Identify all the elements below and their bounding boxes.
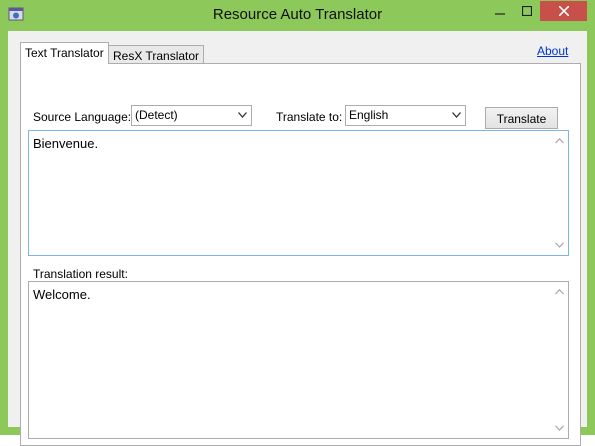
result-scrollbar[interactable]	[551, 282, 568, 438]
source-text-area[interactable]: Bienvenue.	[28, 130, 569, 256]
scroll-down-icon[interactable]	[555, 242, 564, 248]
chevron-down-icon	[452, 112, 461, 118]
about-link[interactable]: About	[537, 44, 568, 58]
translate-to-select[interactable]: English	[345, 105, 466, 126]
source-language-label: Source Language:	[33, 110, 132, 124]
source-language-select[interactable]: (Detect)	[131, 105, 252, 126]
chevron-down-icon	[238, 112, 247, 118]
scroll-down-icon[interactable]	[555, 425, 564, 431]
minimize-icon	[494, 13, 505, 15]
maximize-icon	[521, 6, 532, 16]
app-window: Resource Auto Translator Text Translator…	[0, 0, 595, 446]
source-scrollbar[interactable]	[551, 131, 568, 255]
tab-resx-translator[interactable]: ResX Translator	[108, 45, 205, 65]
title-bar[interactable]: Resource Auto Translator	[0, 0, 595, 31]
translate-to-label: Translate to:	[276, 110, 343, 124]
result-text-area[interactable]: Welcome.	[28, 281, 569, 439]
close-button[interactable]	[540, 1, 587, 21]
scroll-up-icon[interactable]	[555, 289, 564, 295]
close-icon	[558, 6, 569, 16]
tab-panel: Source Language: (Detect) Translate to: …	[20, 63, 581, 446]
translate-to-value: English	[349, 108, 389, 122]
translation-result-label: Translation result:	[33, 267, 128, 281]
maximize-button[interactable]	[513, 1, 540, 21]
source-text: Bienvenue.	[33, 136, 99, 151]
source-language-value: (Detect)	[135, 108, 178, 122]
result-text: Welcome.	[33, 287, 91, 302]
tab-text-translator[interactable]: Text Translator	[20, 42, 109, 64]
scroll-up-icon[interactable]	[555, 138, 564, 144]
minimize-button[interactable]	[486, 1, 513, 21]
client-area: Text Translator ResX Translator About So…	[8, 31, 587, 446]
translate-button[interactable]: Translate	[485, 107, 558, 129]
